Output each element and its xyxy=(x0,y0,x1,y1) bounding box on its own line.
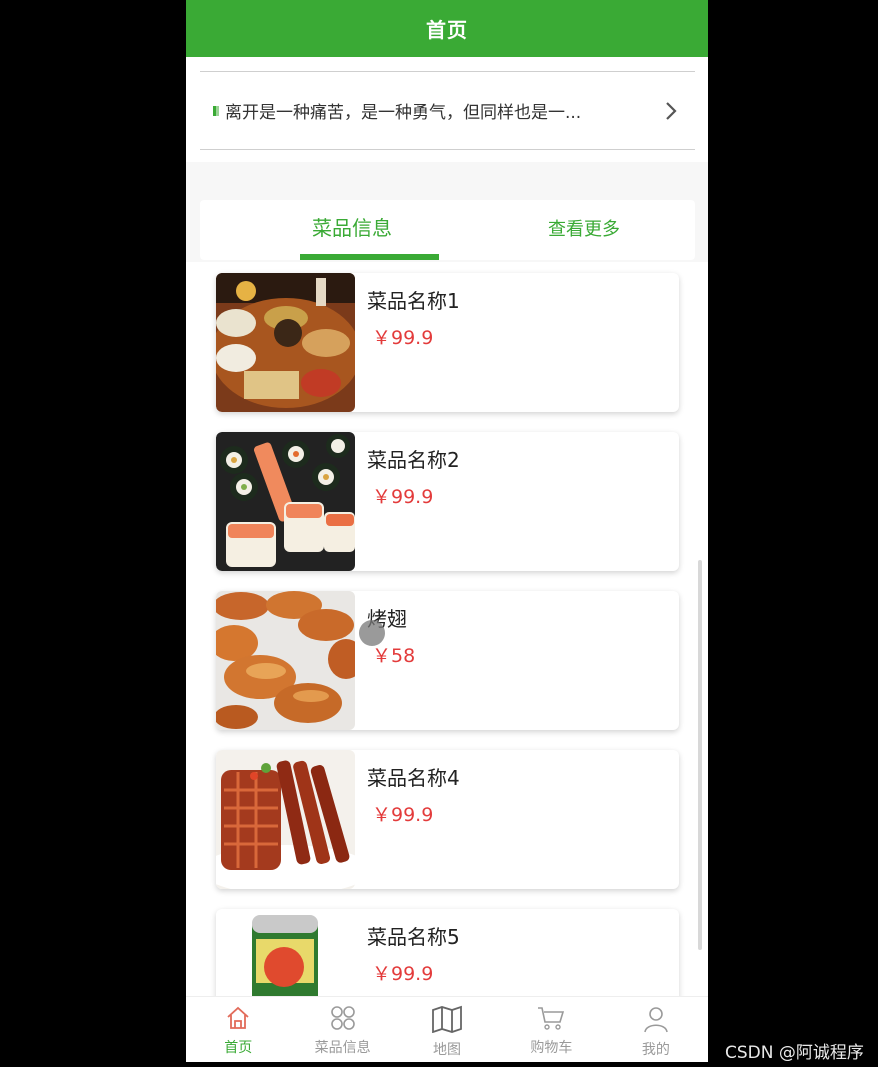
nav-label: 菜品信息 xyxy=(314,1040,371,1056)
dish-name: 菜品名称2 xyxy=(367,448,460,472)
top-bar: 首页 xyxy=(186,0,708,57)
bottom-nav: 首页 菜品信息 地图 购物车 我的 xyxy=(186,996,708,1062)
dish-card[interactable]: 菜品名称4 ￥99.9 xyxy=(216,750,679,889)
notice-section: 离开是一种痛苦，是一种勇气，但同样也是一... xyxy=(186,57,708,162)
grid-icon xyxy=(329,1005,357,1035)
dish-name: 菜品名称5 xyxy=(367,925,460,949)
dish-name: 菜品名称4 xyxy=(367,766,460,790)
dish-price: ￥99.9 xyxy=(372,804,434,826)
dish-image xyxy=(216,432,355,571)
notice-icon xyxy=(213,105,219,116)
notice-text: 离开是一种痛苦，是一种勇气，但同样也是一... xyxy=(225,103,582,123)
dish-card[interactable]: 菜品名称2 ￥99.9 xyxy=(216,432,679,571)
page-title: 首页 xyxy=(426,18,468,42)
nav-label: 地图 xyxy=(433,1042,462,1058)
nav-label: 首页 xyxy=(224,1040,253,1056)
nav-item-cart[interactable]: 购物车 xyxy=(499,997,603,1062)
user-icon xyxy=(642,1005,670,1037)
dish-image xyxy=(216,750,355,889)
tab-dish-info[interactable]: 菜品信息 xyxy=(312,212,392,241)
cart-icon xyxy=(536,1005,566,1035)
active-tab-indicator xyxy=(300,254,439,260)
nav-item-home[interactable]: 首页 xyxy=(186,997,290,1062)
dish-price: ￥99.9 xyxy=(372,327,434,349)
section-tabs: 菜品信息 查看更多 xyxy=(200,200,695,260)
nav-item-dish-info[interactable]: 菜品信息 xyxy=(290,997,394,1062)
nav-label: 我的 xyxy=(641,1042,670,1058)
chevron-right-icon[interactable] xyxy=(655,95,687,127)
dish-price: ￥99.9 xyxy=(372,486,434,508)
nav-label: 购物车 xyxy=(530,1040,573,1056)
nav-item-mine[interactable]: 我的 xyxy=(604,997,708,1062)
dish-list: 菜品名称1 ￥99.9 菜品名称2 ￥99.9 烤翅 ￥58 菜品名称4 ￥99… xyxy=(186,262,708,996)
scrollbar[interactable] xyxy=(698,560,702,950)
dish-image xyxy=(216,591,355,730)
map-icon xyxy=(431,1005,463,1037)
nav-item-map[interactable]: 地图 xyxy=(395,997,499,1062)
phone-screen: 首页 离开是一种痛苦，是一种勇气，但同样也是一... 菜品信息 查看更多 菜品名… xyxy=(186,0,708,1062)
dish-image xyxy=(216,909,355,996)
touch-indicator xyxy=(359,620,385,646)
dish-name: 菜品名称1 xyxy=(367,289,460,313)
watermark: CSDN @阿诚程序 xyxy=(725,1043,864,1063)
dish-price: ￥58 xyxy=(372,645,416,667)
dish-card[interactable]: 烤翅 ￥58 xyxy=(216,591,679,730)
home-icon xyxy=(224,1005,252,1035)
dish-price: ￥99.9 xyxy=(372,963,434,985)
dish-image xyxy=(216,273,355,412)
dish-card[interactable]: 菜品名称5 ￥99.9 xyxy=(216,909,679,996)
notice-bar[interactable]: 离开是一种痛苦，是一种勇气，但同样也是一... xyxy=(200,71,695,150)
view-more-link[interactable]: 查看更多 xyxy=(548,215,620,241)
dish-card[interactable]: 菜品名称1 ￥99.9 xyxy=(216,273,679,412)
